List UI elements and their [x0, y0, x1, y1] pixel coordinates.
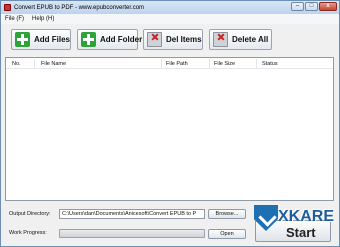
app-icon	[4, 4, 11, 11]
del-items-button[interactable]: Del Items	[143, 29, 203, 50]
title-bar: Convert EPUB to PDF - www.epubconverter.…	[1, 1, 339, 14]
column-divider	[209, 59, 210, 68]
work-progress-label: Work Progress:	[9, 230, 47, 236]
window-controls: – □ x	[291, 2, 337, 11]
menu-file[interactable]: File (F)	[1, 16, 28, 22]
plus-icon	[81, 32, 96, 47]
column-divider	[256, 59, 257, 68]
app-window: Convert EPUB to PDF - www.epubconverter.…	[0, 0, 340, 247]
add-folder-button[interactable]: Add Folder	[77, 29, 142, 50]
file-list-header: No. File Name File Path File Size Status	[6, 58, 333, 69]
browse-button[interactable]: Browse...	[208, 209, 246, 219]
delete-icon	[213, 32, 228, 47]
column-file-path[interactable]: File Path	[166, 61, 188, 67]
output-directory-label: Output Directory:	[9, 211, 51, 217]
minimize-button[interactable]: –	[291, 2, 304, 11]
menu-help[interactable]: Help (H)	[28, 16, 58, 22]
delete-all-label: Delete All	[232, 35, 269, 44]
menu-bar: File (F) Help (H)	[1, 14, 339, 24]
open-button[interactable]: Open	[208, 229, 246, 239]
toolbar: Add Files Add Folder Del Items Delete Al…	[1, 25, 339, 54]
output-directory-field[interactable]: C:\Users\dan\Documents\Anicesoft\Convert…	[59, 209, 205, 219]
column-file-size[interactable]: File Size	[214, 61, 235, 67]
work-progress-bar	[59, 229, 205, 238]
add-files-label: Add Files	[34, 35, 71, 44]
add-folder-label: Add Folder	[100, 35, 143, 44]
column-status[interactable]: Status	[262, 61, 278, 67]
del-items-label: Del Items	[166, 35, 202, 44]
close-button[interactable]: x	[319, 2, 337, 11]
column-divider	[161, 59, 162, 68]
watermark: XKARE	[252, 202, 340, 247]
add-files-button[interactable]: Add Files	[11, 29, 71, 50]
window-title: Convert EPUB to PDF - www.epubconverter.…	[14, 4, 145, 11]
column-divider	[34, 59, 35, 68]
column-file-name[interactable]: File Name	[41, 61, 66, 67]
plus-icon	[15, 32, 30, 47]
shield-icon	[254, 205, 278, 231]
delete-all-button[interactable]: Delete All	[209, 29, 272, 50]
column-no[interactable]: No.	[12, 61, 21, 67]
file-list[interactable]: No. File Name File Path File Size Status	[5, 57, 334, 201]
watermark-text: XKARE	[278, 208, 335, 225]
maximize-button[interactable]: □	[305, 2, 318, 11]
delete-icon	[147, 32, 162, 47]
